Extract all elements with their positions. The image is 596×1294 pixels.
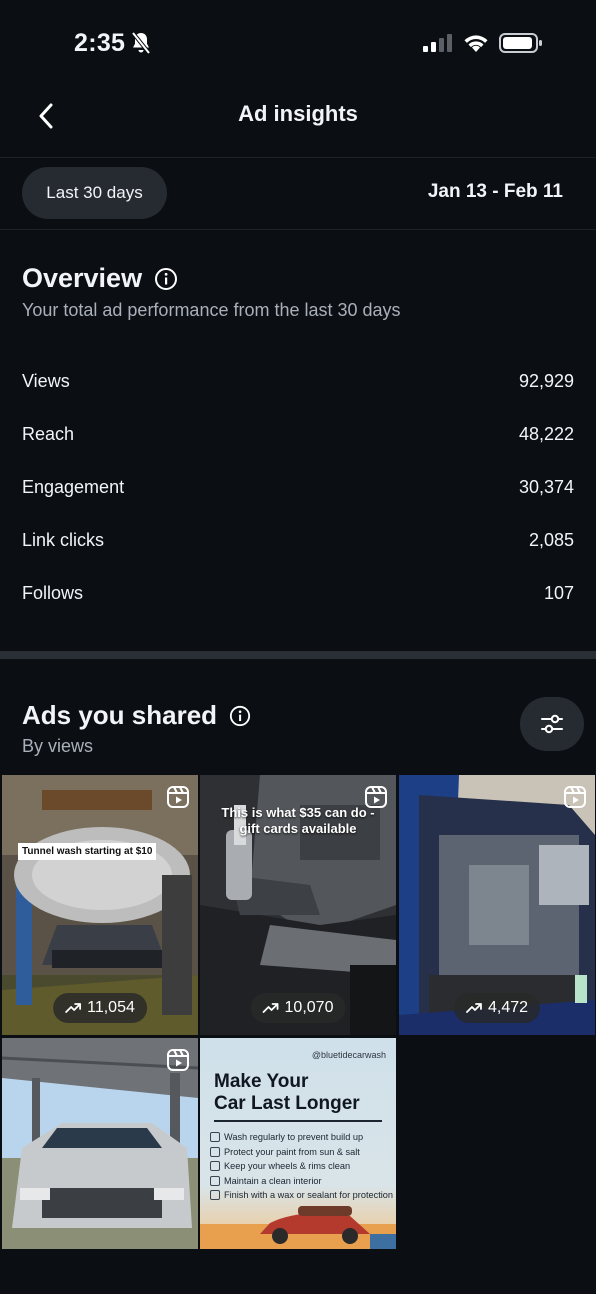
bell-slash-icon <box>131 31 151 55</box>
metric-label: Link clicks <box>22 529 105 550</box>
tip-icon <box>210 1190 220 1200</box>
metric-row-engagement: Engagement 30,374 <box>22 472 574 502</box>
metric-row-views: Views 92,929 <box>22 366 574 396</box>
ad-thumbnail-2[interactable]: This is what $35 can do - gift cards ava… <box>200 775 396 1035</box>
ad-thumbnail-4[interactable] <box>2 1038 198 1249</box>
filter-button[interactable] <box>520 697 584 751</box>
poster-title: Make Your Car Last Longer <box>214 1071 360 1115</box>
metric-value: 2,085 <box>528 529 574 550</box>
tip-icon <box>210 1161 220 1171</box>
poster-divider <box>214 1120 382 1122</box>
views-badge: 11,054 <box>53 993 147 1023</box>
nav-bar: Ad insights <box>0 88 596 158</box>
ads-subtitle: By views <box>22 736 94 756</box>
poster-title-line: Car Last Longer <box>214 1093 360 1114</box>
poster-tip: Keep your wheels & rims clean <box>210 1159 393 1173</box>
tip-icon <box>210 1175 220 1186</box>
tip-text: Wash regularly to prevent build up <box>224 1132 364 1142</box>
metric-row-link-clicks: Link clicks 2,085 <box>22 525 574 555</box>
filter-sliders-icon <box>541 714 563 734</box>
trending-up-icon <box>65 1003 82 1013</box>
metric-value: 92,929 <box>518 370 574 391</box>
wifi-icon <box>464 35 488 52</box>
ad-thumbnail-3[interactable]: 4,472 <box>399 775 595 1035</box>
ads-heading: Ads you shared <box>22 700 251 731</box>
ads-title: Ads you shared <box>22 700 218 730</box>
poster-tip: Wash regularly to prevent build up <box>210 1130 393 1144</box>
tip-icon <box>210 1146 220 1157</box>
reel-icon <box>167 786 189 808</box>
views-count: 4,472 <box>487 999 529 1016</box>
battery-icon <box>499 33 542 53</box>
date-range-row: Last 30 days Jan 13 - Feb 11 <box>0 158 596 230</box>
overview-subtitle: Your total ad performance from the last … <box>22 300 401 320</box>
reel-icon <box>365 786 387 808</box>
back-button[interactable] <box>28 98 64 134</box>
tip-icon <box>210 1132 220 1142</box>
tip-text: Maintain a clean interior <box>224 1175 322 1186</box>
info-icon[interactable] <box>229 705 251 727</box>
tip-text: Finish with a wax or sealant for protect… <box>224 1190 394 1200</box>
signal-icon <box>423 34 452 52</box>
metric-label: Views <box>22 370 70 391</box>
date-range-dates: Jan 13 - Feb 11 <box>427 181 563 202</box>
section-divider <box>0 651 596 659</box>
ad-thumbnail-5[interactable]: @bluetidecarwash Make Your Car Last Long… <box>200 1038 396 1249</box>
poster-tip-list: Wash regularly to prevent build up Prote… <box>210 1130 393 1203</box>
metric-value: 107 <box>543 582 574 603</box>
tip-text: Keep your wheels & rims clean <box>224 1161 351 1171</box>
metric-value: 30,374 <box>518 476 574 497</box>
trending-up-icon <box>262 1003 279 1013</box>
trending-up-icon <box>466 1003 482 1013</box>
metric-label: Engagement <box>22 476 125 497</box>
reel-icon <box>167 1049 189 1071</box>
poster-title-line: Make Your <box>214 1071 309 1092</box>
back-chevron-icon <box>39 103 53 129</box>
metric-row-reach: Reach 48,222 <box>22 419 574 449</box>
ad-overlay-text: This is what $35 can do - gift cards ava… <box>221 805 375 836</box>
metric-row-follows: Follows 107 <box>22 578 574 608</box>
info-icon[interactable] <box>154 267 178 291</box>
reel-icon <box>564 786 586 808</box>
poster-tip: Maintain a clean interior <box>210 1174 393 1188</box>
overview-heading: Overview <box>22 263 178 294</box>
views-count: 10,070 <box>284 999 334 1016</box>
metric-label: Reach <box>22 423 75 444</box>
metric-value: 48,222 <box>518 423 574 444</box>
ad-thumbnail-1[interactable]: Tunnel wash starting at $10 11,054 <box>2 775 198 1035</box>
views-badge: 4,472 <box>453 993 541 1023</box>
views-count: 11,054 <box>87 999 135 1016</box>
metric-label: Follows <box>22 582 84 603</box>
overview-title: Overview <box>22 263 143 293</box>
ad-overlay-text: Tunnel wash starting at $10 <box>18 843 157 860</box>
date-range-chip[interactable]: Last 30 days <box>22 167 167 219</box>
views-badge: 10,070 <box>250 993 346 1023</box>
status-bar: 2:35 <box>0 0 596 88</box>
tip-text: Protect your paint from sun & salt <box>224 1146 360 1157</box>
poster-tip: Finish with a wax or sealant for protect… <box>210 1188 393 1202</box>
status-time: 2:35 <box>74 29 126 57</box>
page-title: Ad insights <box>238 101 358 126</box>
poster-handle: @bluetidecarwash <box>311 1050 386 1060</box>
poster-tip: Protect your paint from sun & salt <box>210 1145 393 1159</box>
